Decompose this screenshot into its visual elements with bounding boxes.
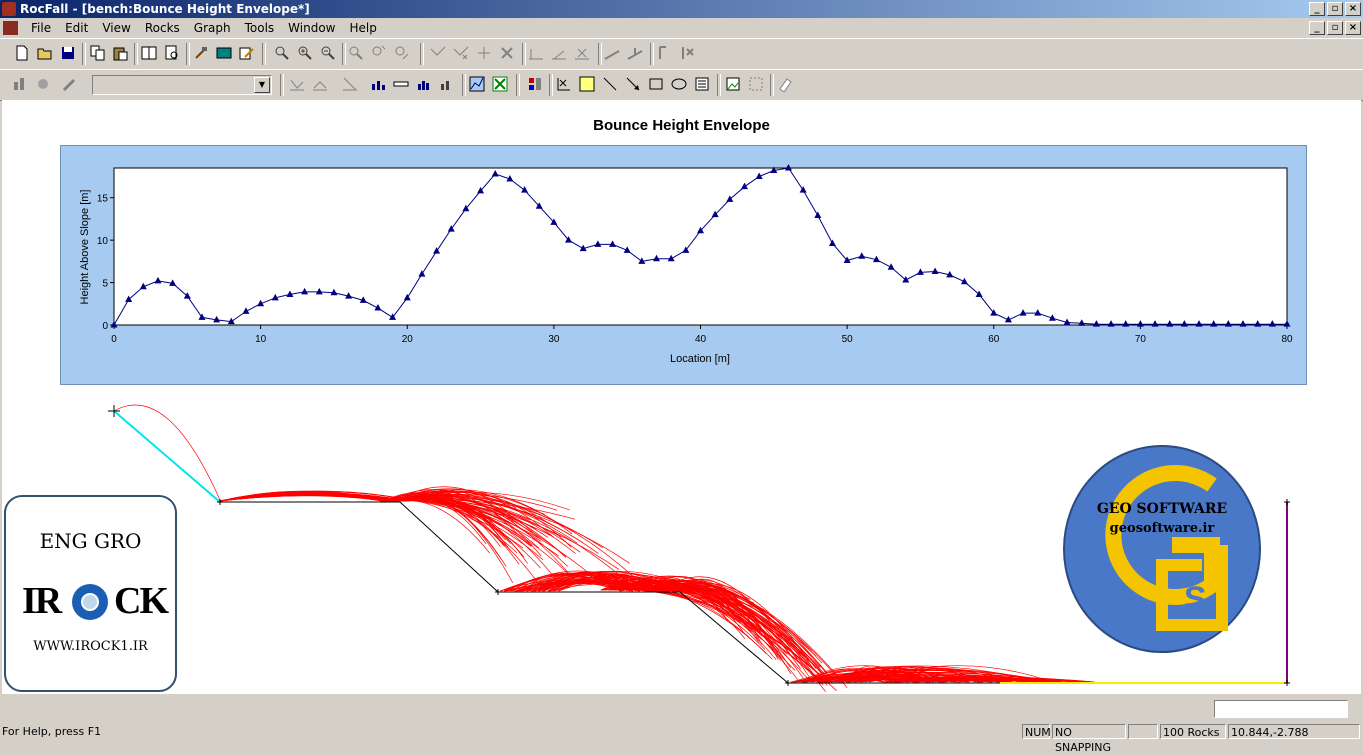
energy-plot-icon[interactable] xyxy=(289,76,305,92)
close-button[interactable]: × xyxy=(1345,2,1361,16)
new-file-icon[interactable] xyxy=(14,45,30,61)
mdi-minimize-button[interactable]: _ xyxy=(1309,21,1325,35)
help-text: For Help, press F1 xyxy=(2,725,102,738)
cross-icon[interactable] xyxy=(499,45,515,61)
minimize-button[interactable]: _ xyxy=(1309,2,1325,16)
delete-vertex-icon[interactable] xyxy=(453,45,469,61)
geo-software-logo: S GEO SOFTWARE geosoftware.ir xyxy=(1062,445,1262,653)
slope-delete-icon[interactable] xyxy=(574,45,590,61)
num-lock-indicator: NUM xyxy=(1022,724,1051,739)
document-icon[interactable] xyxy=(3,21,18,35)
color-legend-icon[interactable] xyxy=(527,76,543,92)
menu-window[interactable]: Window xyxy=(281,18,342,38)
zoom-all-icon[interactable] xyxy=(274,45,290,61)
mdi-close-button[interactable]: × xyxy=(1345,21,1361,35)
line-tool-icon[interactable] xyxy=(602,76,618,92)
paste-icon[interactable] xyxy=(112,45,128,61)
chart-title: Bounce Height Envelope xyxy=(593,117,770,134)
zoom-out-icon[interactable] xyxy=(320,45,336,61)
graph-selector-dropdown[interactable]: ▼ xyxy=(92,75,272,95)
split-view-icon[interactable] xyxy=(141,45,157,61)
mdi-restore-button[interactable]: ▫ xyxy=(1327,21,1343,35)
logo-title: GEO SOFTWARE xyxy=(1096,501,1228,517)
zoom-extents-icon[interactable] xyxy=(371,45,387,61)
menu-rocks[interactable]: Rocks xyxy=(138,18,187,38)
menu-bar: File Edit View Rocks Graph Tools Window Help _ … xyxy=(0,18,1363,38)
seeder-icon[interactable] xyxy=(604,45,620,61)
restore-button[interactable]: ▫ xyxy=(1327,2,1343,16)
slope-edit-icon[interactable] xyxy=(551,45,567,61)
slope-tool-icon[interactable] xyxy=(528,45,544,61)
tools-icon[interactable] xyxy=(193,45,209,61)
edit-pencil-icon[interactable] xyxy=(239,45,255,61)
bottom-panel xyxy=(0,696,1363,720)
copy-icon[interactable] xyxy=(90,45,106,61)
image-icon[interactable] xyxy=(725,76,741,92)
menu-file[interactable]: File xyxy=(24,18,58,38)
zoom-in-icon[interactable] xyxy=(297,45,313,61)
envelope-chart-panel xyxy=(60,145,1307,385)
status-bar: For Help, press F1 NUM NO SNAPPING 100 R… xyxy=(0,722,1363,754)
title-bar: RocFall - [bench:Bounce Height Envelope*… xyxy=(0,0,1363,18)
app-icon[interactable] xyxy=(2,2,16,16)
collector-icon[interactable] xyxy=(656,45,672,61)
cursor-coordinates: 10.844,-2.788 xyxy=(1228,724,1360,739)
move-vertex-icon[interactable] xyxy=(476,45,492,61)
gs-emblem-icon: S xyxy=(1063,445,1261,653)
collector-delete-icon[interactable] xyxy=(679,45,695,61)
command-input[interactable] xyxy=(1214,700,1348,718)
zoom-slope-icon[interactable] xyxy=(394,45,410,61)
calculator-icon[interactable] xyxy=(216,45,232,61)
arrow-tool-icon[interactable] xyxy=(625,76,641,92)
menu-graph[interactable]: Graph xyxy=(187,18,238,38)
logo-text-top: ENG GRO xyxy=(39,529,142,553)
trajectory-plot-icon[interactable] xyxy=(342,76,358,92)
chart-edit-icon[interactable] xyxy=(439,76,455,92)
ring-icon xyxy=(72,584,108,620)
axes-icon[interactable] xyxy=(556,76,572,92)
menu-edit[interactable]: Edit xyxy=(58,18,95,38)
logo-url: geosoftware.ir xyxy=(1109,521,1215,536)
logo-text-ck: CK xyxy=(114,580,169,622)
add-vertex-icon[interactable] xyxy=(430,45,446,61)
menu-help[interactable]: Help xyxy=(342,18,383,38)
window-title: RocFall - [bench:Bounce Height Envelope*… xyxy=(20,2,310,16)
select-icon[interactable] xyxy=(748,76,764,92)
rock-count: 100 Rocks xyxy=(1160,724,1226,739)
seeder-edit-icon[interactable] xyxy=(627,45,643,61)
menu-view[interactable]: View xyxy=(95,18,137,38)
bar-chart-icon[interactable] xyxy=(12,76,28,92)
text-box-icon[interactable] xyxy=(694,76,710,92)
velocity-plot-icon[interactable] xyxy=(312,76,328,92)
open-folder-icon[interactable] xyxy=(37,45,53,61)
svg-text:S: S xyxy=(1184,580,1207,618)
ellipse-tool-icon[interactable] xyxy=(671,76,687,92)
menu-tools[interactable]: Tools xyxy=(238,18,282,38)
numbering-icon[interactable] xyxy=(579,76,595,92)
standard-toolbar xyxy=(0,38,1363,70)
histogram-icon[interactable] xyxy=(416,76,432,92)
eraser-icon[interactable] xyxy=(777,76,793,92)
status-pane-empty xyxy=(1128,724,1158,739)
envelope-chart-icon[interactable] xyxy=(469,76,485,92)
brush-icon[interactable] xyxy=(62,76,78,92)
logo-url: WWW.IROCK1.IR xyxy=(33,639,148,654)
logo-text-ir: IR xyxy=(22,580,62,622)
stats-icon[interactable] xyxy=(393,76,409,92)
zoom-window-icon[interactable] xyxy=(348,45,364,61)
chevron-down-icon[interactable]: ▼ xyxy=(254,77,270,93)
save-icon[interactable] xyxy=(60,45,76,61)
print-preview-icon[interactable] xyxy=(164,45,180,61)
excel-export-icon[interactable] xyxy=(492,76,508,92)
irock-logo: ENG GRO IR CK WWW.IROCK1.IR xyxy=(4,495,177,692)
end-point-chart-icon[interactable] xyxy=(370,76,386,92)
rocks-icon[interactable] xyxy=(35,76,51,92)
rectangle-tool-icon[interactable] xyxy=(648,76,664,92)
snapping-indicator[interactable]: NO SNAPPING xyxy=(1052,724,1126,754)
graph-toolbar: ▼ xyxy=(0,69,1363,101)
